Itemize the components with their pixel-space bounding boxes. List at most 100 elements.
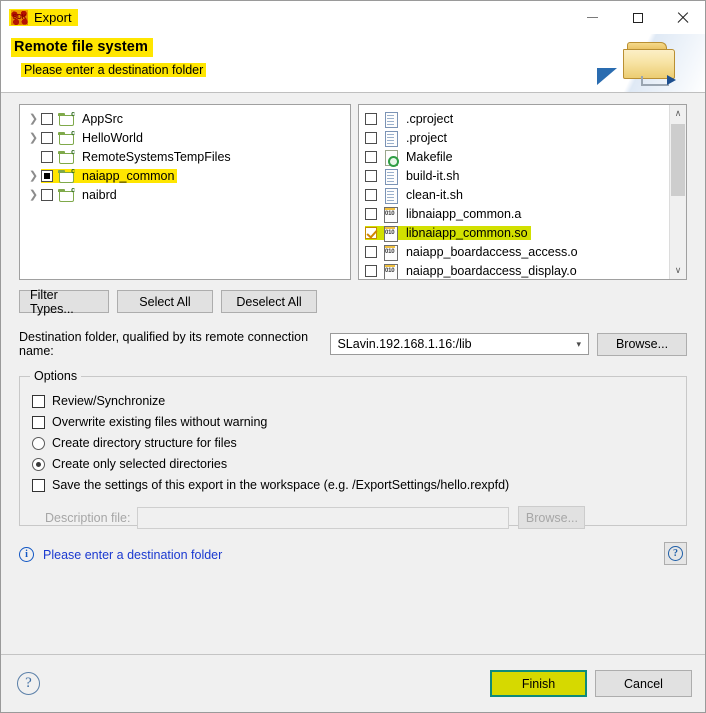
- scroll-up-arrow-icon[interactable]: ∧: [670, 105, 686, 122]
- filter-types-button[interactable]: Filter Types...: [19, 288, 109, 316]
- text-file-icon: [382, 168, 399, 185]
- file-checkbox[interactable]: [364, 207, 377, 220]
- option-radio-row[interactable]: Create only selected directories: [32, 454, 674, 474]
- c-project-folder-icon: c: [58, 111, 75, 126]
- file-row[interactable]: .cproject: [359, 109, 686, 128]
- file-checkbox[interactable]: [364, 169, 377, 182]
- file-row[interactable]: 010 naiapp_boardaccess_display.o: [359, 261, 686, 279]
- expand-chevron-icon[interactable]: ❯: [26, 131, 41, 144]
- description-file-label: Description file:: [45, 510, 131, 525]
- options-legend: Options: [30, 369, 82, 383]
- file-checkbox[interactable]: [364, 188, 377, 201]
- file-checkbox[interactable]: [364, 131, 377, 144]
- tree-row[interactable]: ❯ c HelloWorld: [20, 128, 350, 147]
- wizard-header-banner: Remote file system Please enter a destin…: [1, 34, 705, 93]
- status-help-button[interactable]: ?: [664, 542, 687, 565]
- maximize-button[interactable]: [615, 1, 660, 34]
- destination-folder-combo[interactable]: SLavin.192.168.1.16:/lib ▾: [330, 333, 589, 355]
- footer-help-icon[interactable]: ?: [17, 672, 40, 695]
- tree-checkbox[interactable]: [41, 169, 53, 182]
- option-label: Overwrite existing files without warning: [52, 415, 268, 429]
- destination-folder-value: SLavin.192.168.1.16:/lib: [337, 337, 472, 351]
- option-label: Review/Synchronize: [52, 394, 166, 408]
- file-checkbox[interactable]: [364, 112, 377, 125]
- destination-label: Destination folder, qualified by its rem…: [19, 330, 309, 358]
- file-row[interactable]: build-it.sh: [359, 166, 686, 185]
- file-checkbox[interactable]: [364, 150, 377, 163]
- file-row-content: build-it.sh: [364, 168, 463, 185]
- tree-checkbox[interactable]: [41, 131, 53, 144]
- file-row-label: .cproject: [405, 111, 454, 126]
- tree-checkbox[interactable]: [41, 112, 53, 125]
- file-row-label: libnaiapp_common.so: [405, 225, 528, 240]
- option-checkbox[interactable]: [32, 478, 45, 492]
- tree-row[interactable]: ❯ c AppSrc: [20, 109, 350, 128]
- file-row-label: clean-it.sh: [405, 187, 463, 202]
- file-row[interactable]: 010 naiapp_boardaccess_access.o: [359, 242, 686, 261]
- file-checkbox[interactable]: [364, 264, 377, 277]
- file-row-content: 010 naiapp_boardaccess_display.o: [364, 263, 580, 279]
- cancel-button[interactable]: Cancel: [595, 670, 692, 697]
- maximize-icon: [632, 12, 643, 23]
- close-button[interactable]: [660, 1, 705, 34]
- selection-panes: ❯ c AppSrc ❯ c HelloWorld ❯ c RemoteSystemsTempF…: [19, 93, 687, 280]
- file-row-label: libnaiapp_common.a: [405, 206, 522, 221]
- scroll-down-arrow-icon[interactable]: ∨: [670, 262, 686, 279]
- option-checkbox[interactable]: [32, 415, 45, 429]
- description-browse-button[interactable]: Browse...: [518, 506, 586, 529]
- destination-browse-button[interactable]: Browse...: [597, 332, 687, 356]
- file-row[interactable]: 010 libnaiapp_common.so: [359, 223, 686, 242]
- file-row[interactable]: 010 libnaiapp_common.a: [359, 204, 686, 223]
- tree-checkbox[interactable]: [41, 188, 53, 201]
- tree-row[interactable]: ❯ c naibrd: [20, 185, 350, 204]
- option-radio-row[interactable]: Create directory structure for files: [32, 433, 674, 453]
- option-checkbox-row[interactable]: Overwrite existing files without warning: [32, 412, 674, 432]
- expand-chevron-icon[interactable]: ❯: [26, 112, 41, 125]
- tree-row[interactable]: ❯ c naiapp_common: [20, 166, 350, 185]
- folder-tree-list: ❯ c AppSrc ❯ c HelloWorld ❯ c RemoteSystemsTempF…: [20, 105, 350, 204]
- help-icon: ?: [668, 546, 683, 561]
- file-list-pane[interactable]: .cproject .project Makefile build-it.sh clea…: [357, 104, 687, 280]
- binary-file-icon: 010: [382, 244, 399, 261]
- c-project-folder-icon: c: [58, 130, 75, 145]
- file-row-content: 010 libnaiapp_common.a: [364, 206, 524, 223]
- minimize-button[interactable]: [570, 1, 615, 34]
- expand-chevron-icon[interactable]: ❯: [26, 169, 41, 182]
- tree-checkbox[interactable]: [41, 150, 53, 163]
- select-all-button[interactable]: Select All: [117, 290, 213, 313]
- c-project-folder-icon: c: [58, 149, 75, 164]
- title-group: SDK Export: [9, 9, 78, 26]
- dialog-footer: ? Finish Cancel: [1, 654, 705, 712]
- destination-row: Destination folder, qualified by its rem…: [19, 330, 687, 358]
- page-title: Remote file system: [11, 38, 153, 57]
- option-checkbox-row[interactable]: Save the settings of this export in the …: [32, 475, 674, 495]
- tree-row-label: RemoteSystemsTempFiles: [82, 149, 231, 164]
- option-label: Create directory structure for files: [52, 436, 237, 450]
- option-label: Save the settings of this export in the …: [52, 478, 510, 492]
- option-radio[interactable]: [32, 457, 45, 471]
- finish-button[interactable]: Finish: [490, 670, 587, 697]
- c-project-folder-icon: c: [58, 168, 75, 183]
- tree-row[interactable]: ❯ c RemoteSystemsTempFiles: [20, 147, 350, 166]
- file-row[interactable]: .project: [359, 128, 686, 147]
- text-file-icon: [382, 187, 399, 204]
- file-checkbox[interactable]: [364, 226, 377, 239]
- scrollbar-thumb[interactable]: [671, 124, 685, 196]
- option-radio[interactable]: [32, 436, 45, 450]
- option-checkbox[interactable]: [32, 394, 45, 408]
- text-file-icon: [382, 130, 399, 147]
- folder-tree-pane[interactable]: ❯ c AppSrc ❯ c HelloWorld ❯ c RemoteSystemsTempF…: [19, 104, 351, 280]
- file-row-label: naiapp_boardaccess_display.o: [405, 263, 577, 278]
- option-checkbox-row[interactable]: Review/Synchronize: [32, 391, 674, 411]
- binary-file-icon: 010: [382, 206, 399, 223]
- file-checkbox[interactable]: [364, 245, 377, 258]
- description-file-input[interactable]: [137, 506, 510, 529]
- file-row[interactable]: Makefile: [359, 147, 686, 167]
- export-dialog-window: SDK Export Remote file system Please ent…: [0, 0, 706, 713]
- file-row[interactable]: clean-it.sh: [359, 185, 686, 204]
- file-list-scrollbar[interactable]: ∧ ∨: [669, 105, 686, 279]
- expand-chevron-icon[interactable]: ❯: [26, 188, 41, 201]
- status-line: i Please enter a destination folder ?: [19, 542, 687, 565]
- deselect-all-button[interactable]: Deselect All: [221, 290, 317, 313]
- c-project-folder-icon: c: [58, 187, 75, 202]
